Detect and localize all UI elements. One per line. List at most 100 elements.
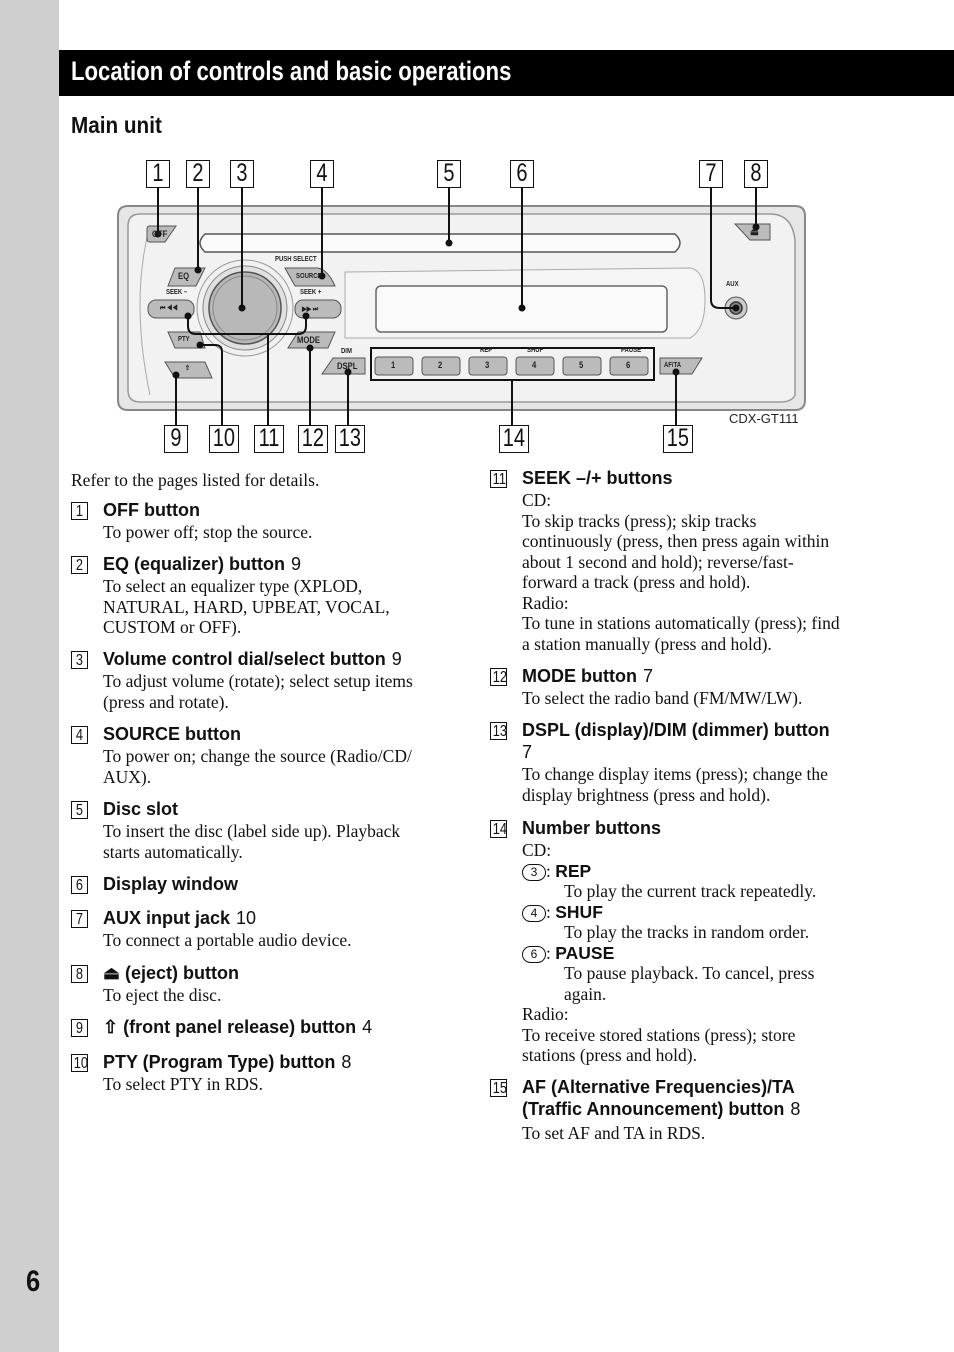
radio-description: stations (press and hold). [522,1045,697,1065]
callout-9: 9 [164,425,188,453]
source-button[interactable]: SOURCE [296,273,321,280]
item-description: display brightness (press and hold). [522,784,771,805]
callout-11: 11 [254,425,284,453]
seek-minus-button[interactable]: ⏮ ◀◀ [160,305,178,313]
item-number: 6 [71,876,88,894]
radio-label: Radio: [522,1004,569,1024]
item-title: Display window [103,874,239,894]
callout-15: 15 [663,425,693,453]
page-reference: 7 [642,666,653,686]
item-description: To tune in stations automatically (press… [522,613,840,633]
item-number: 12 [490,668,507,686]
preset-button-5[interactable]: 5 [579,360,583,370]
page-number: 6 [26,1265,41,1298]
unit-diagram: OFF EQ PUSH SELECT SOURCE SEEK – SEEK + … [0,0,954,470]
item-description: To connect a portable audio device. [103,930,352,950]
item-description: To power on; change the source (Radio/CD… [103,746,412,766]
af-ta-button[interactable]: AF/TA [664,362,681,369]
item-number: 15 [490,1079,507,1097]
callout-5: 5 [437,160,461,188]
item-title: Volume control dial/select button 9 [103,649,402,669]
callout-2: 2 [186,160,210,188]
item-description: CD: [522,490,552,510]
page-reference: 4 [362,1017,373,1037]
item-description: To skip tracks (press); skip tracks [522,510,757,531]
preset-function-label: REP [480,347,493,354]
page-reference: 10 [236,908,257,928]
function-name: SHUF [555,901,603,922]
intro-text: Refer to the pages listed for details. [71,470,320,490]
function-description: To play the current track repeatedly. [564,881,817,901]
page-reference: 8 [790,1099,801,1119]
unit-drawing [117,188,806,425]
preset-button-2[interactable]: 2 [438,360,442,370]
callout-3: 3 [230,160,254,188]
function-name: REP [555,860,592,881]
aux-label: AUX [726,281,739,288]
front-panel-release-icon: ⇧ [103,1017,124,1037]
item-description: Radio: [522,592,569,613]
model-label: CDX-GT111 [729,411,799,426]
item-description: To select the radio band (FM/MW/LW). [522,688,803,708]
item-title: EQ (equalizer) button 9 [103,554,302,574]
item-description: To select an equalizer type (XPLOD, [103,576,363,596]
function-description: again. [564,983,607,1004]
page-reference: 9 [391,649,402,669]
page-reference: 8 [341,1052,352,1072]
callout-12: 12 [298,425,328,453]
item-description: CUSTOM or OFF). [103,617,242,637]
item-description: forward a track (press and hold). [522,572,751,592]
item-description: To insert the disc (label side up). Play… [103,821,401,841]
seek-plus-button[interactable]: ▶▶ ⏭ [302,305,318,314]
item-description: continuously (press, then press again wi… [522,531,830,551]
item-number: 4 [71,726,88,744]
item-description: about 1 second and hold); reverse/fast- [522,551,794,572]
item-title: AUX input jack 10 [103,908,257,928]
disc-slot [199,233,681,253]
page-reference: 7 [522,742,533,762]
function-description: To pause playback. To cancel, press [564,963,815,983]
seek-plus-label: SEEK + [300,289,322,296]
number-circle-3: 3 [522,863,546,881]
number-function: 4: SHUF [522,902,603,923]
item-title: Disc slot [103,799,179,819]
item-number: 10 [71,1054,88,1072]
item-number: 8 [71,965,88,983]
item-title: DSPL (display)/DIM (dimmer) button [522,720,830,740]
preset-button-3[interactable]: 3 [485,360,489,370]
preset-button-1[interactable]: 1 [391,360,395,370]
dspl-button[interactable]: DSPL [337,361,357,371]
item-number: 7 [71,910,88,928]
callout-4: 4 [310,160,334,188]
item-number: 1 [71,502,88,520]
item-description: a station manually (press and hold). [522,633,772,654]
pty-button[interactable]: PTY [178,336,190,343]
item-title: AF (Alternative Frequencies)/TA [522,1077,795,1097]
eject-button[interactable]: ⏏ [750,225,759,238]
preset-button-4[interactable]: 4 [532,360,536,370]
eq-button[interactable]: EQ [178,271,189,281]
item-title: ⇧ (front panel release) button 4 [103,1017,373,1037]
item-description: AUX). [103,766,152,787]
release-button[interactable]: ⇧ [185,364,190,372]
number-function: 3: REP [522,861,591,882]
callout-10: 10 [209,425,239,453]
item-number: 9 [71,1019,88,1037]
item-number: 11 [490,470,507,488]
seek-minus-label: SEEK – [166,289,188,296]
number-circle-6: 6 [522,945,546,963]
item-title: SOURCE button [103,724,241,744]
item-description: To set AF and TA in RDS. [522,1123,706,1143]
off-button[interactable]: OFF [152,229,167,239]
item-description: (press and rotate). [103,691,229,712]
number-circle-4: 4 [522,904,546,922]
item-description: To change display items (press); change … [522,764,828,784]
preset-button-6[interactable]: 6 [626,360,630,370]
cd-label: CD: [522,840,552,860]
radio-description: To receive stored stations (press); stor… [522,1024,796,1045]
item-number: 2 [71,556,88,574]
number-function: 6: PAUSE [522,943,614,964]
function-name: PAUSE [555,942,615,963]
item-title: SEEK –/+ buttons [522,468,673,488]
mode-button[interactable]: MODE [297,335,320,345]
